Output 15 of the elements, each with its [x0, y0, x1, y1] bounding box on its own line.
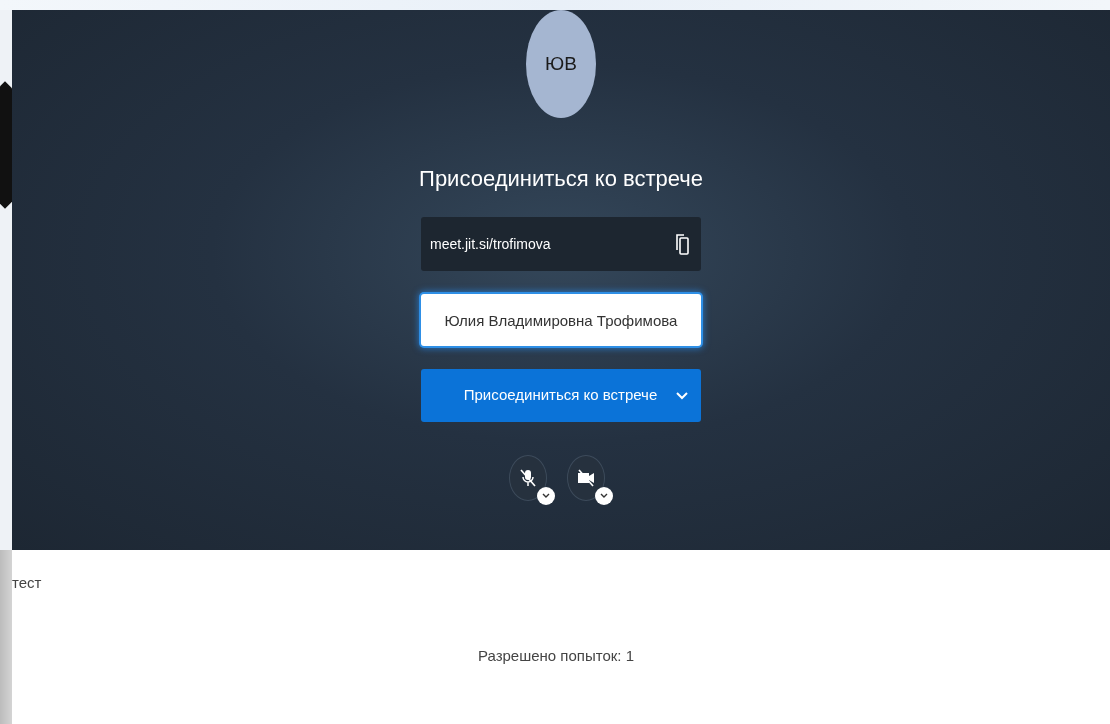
quiz-name: тест	[12, 573, 42, 593]
prejoin-title: Присоединиться ко встрече	[419, 165, 703, 193]
copy-icon[interactable]	[676, 233, 689, 255]
camera-button[interactable]	[567, 455, 613, 505]
meeting-url: meet.jit.si/trofimova	[430, 234, 551, 254]
join-button[interactable]: Присоединиться ко встрече	[421, 369, 701, 422]
chevron-icon	[600, 493, 608, 499]
camera-off-icon	[576, 468, 596, 488]
chevron-icon	[542, 493, 550, 499]
microphone-button[interactable]	[509, 455, 555, 505]
avatar: ЮВ	[526, 10, 596, 118]
attempts-text: Разрешено попыток: 1	[477, 645, 635, 666]
chevron-icon[interactable]	[676, 391, 688, 400]
microphone-off-icon	[518, 468, 538, 488]
name-input[interactable]: Юлия Владимировна Трофимова	[421, 294, 701, 346]
